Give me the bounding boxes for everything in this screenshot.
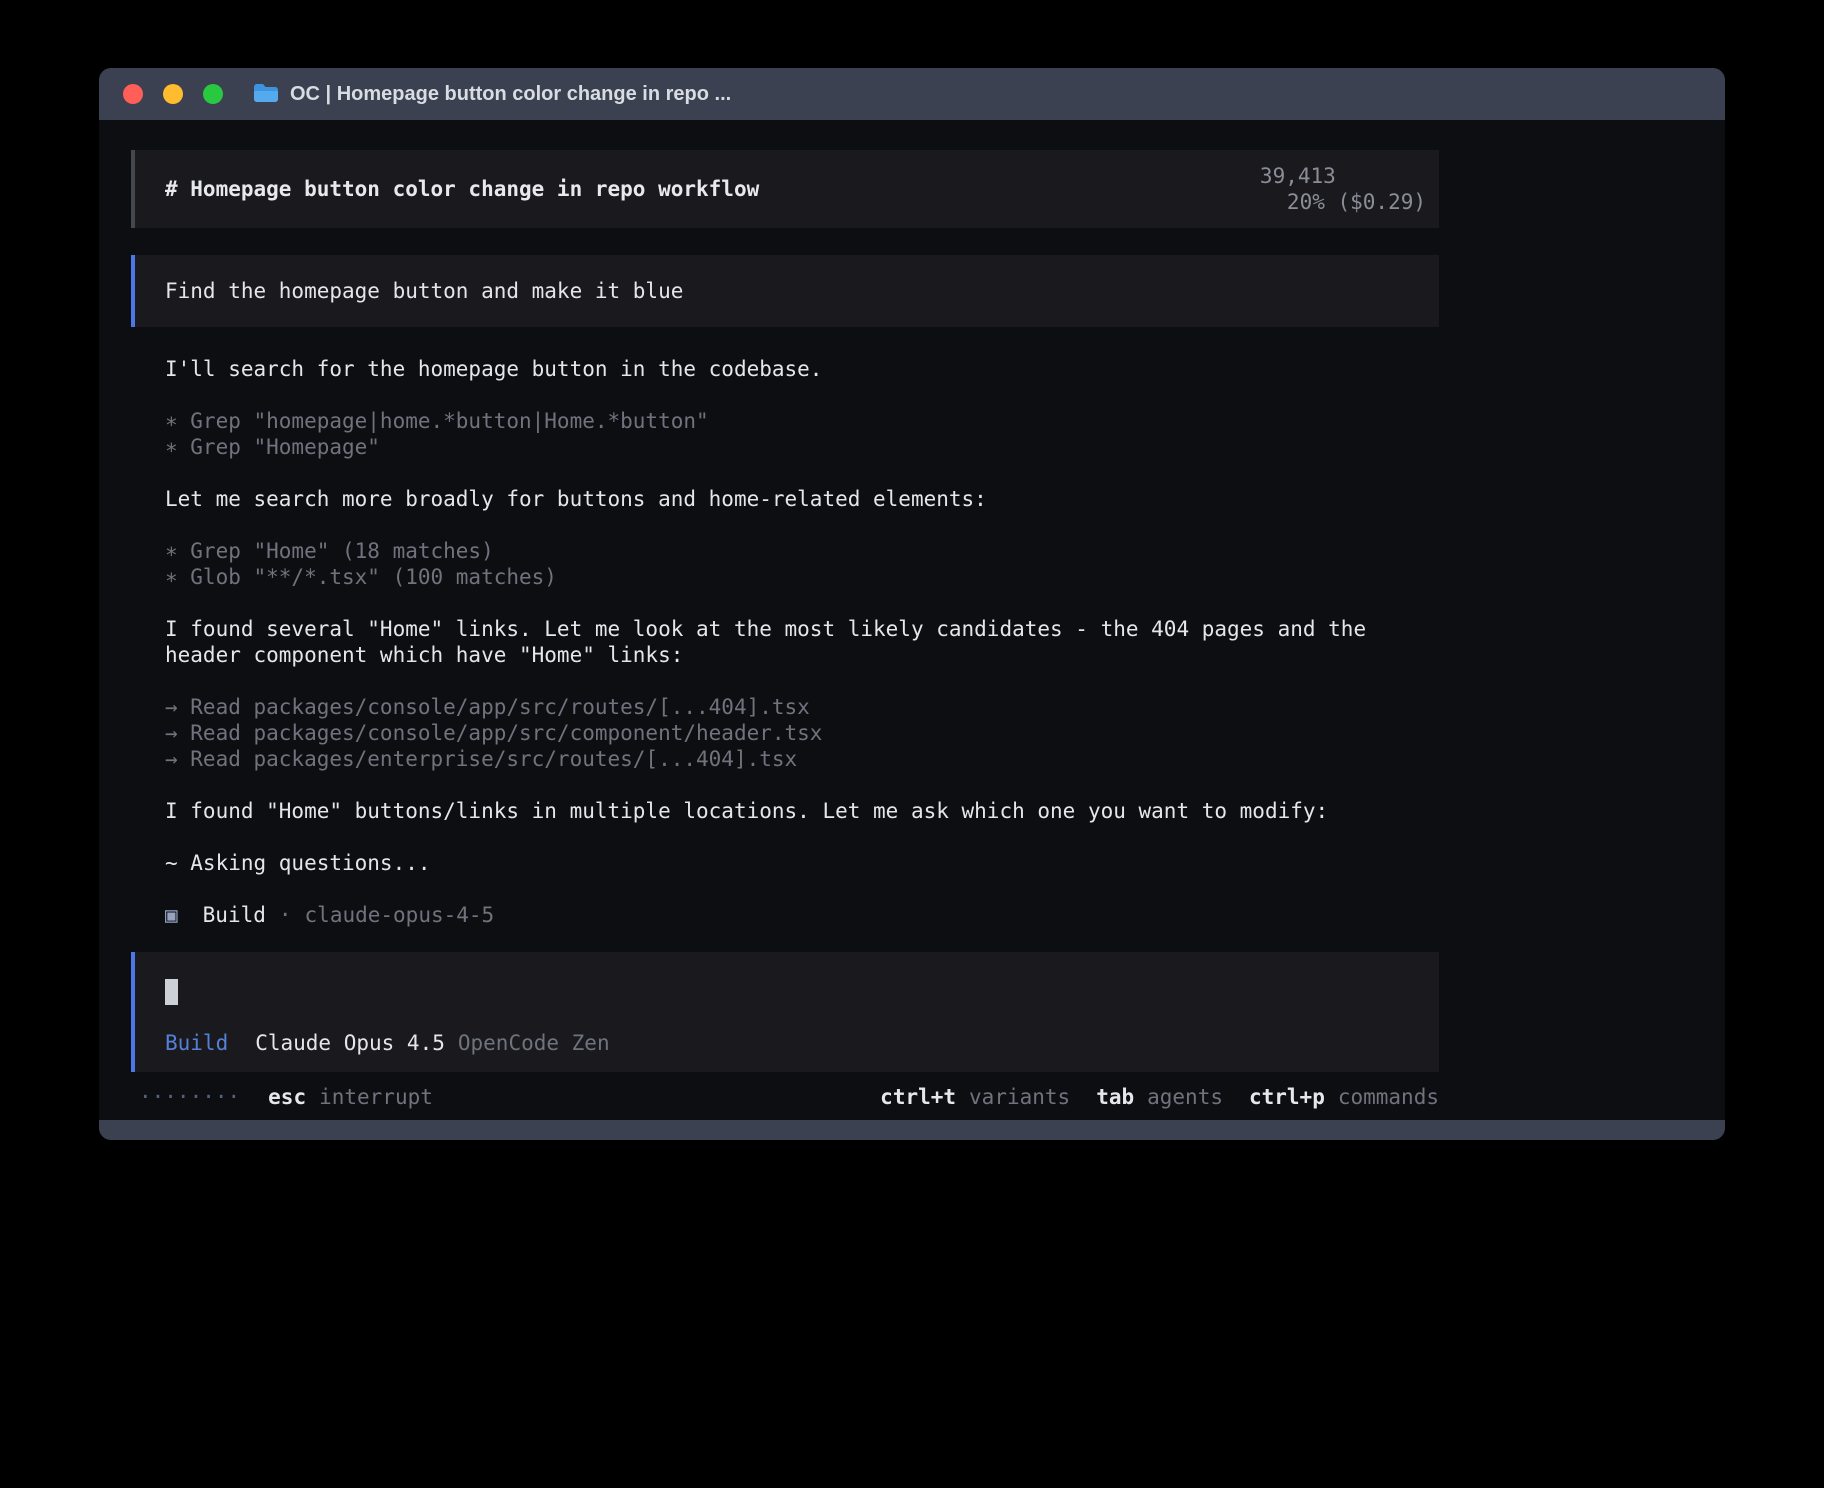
ctrl-p-key: ctrl+p <box>1249 1085 1325 1109</box>
assistant-line: header component which have "Home" links… <box>165 642 1439 668</box>
close-button[interactable] <box>123 84 143 104</box>
assistant-line: Let me search more broadly for buttons a… <box>165 486 1439 512</box>
tool-call-group: ∗ Grep "Home" (18 matches) ∗ Glob "**/*.… <box>165 538 1439 590</box>
user-message-text: Find the homepage button and make it blu… <box>165 278 683 304</box>
agent-status-line: ▣ Build · claude-opus-4-5 <box>165 902 1439 928</box>
tool-call-line: ∗ Grep "Home" (18 matches) <box>165 538 1439 564</box>
tab-label: agents <box>1147 1085 1223 1109</box>
assistant-line: I found "Home" buttons/links in multiple… <box>165 798 1439 824</box>
tool-call-line: ∗ Grep "Homepage" <box>165 434 1439 460</box>
agent-name: Build <box>203 903 266 927</box>
status-bar-left: ········ esc interrupt <box>139 1084 433 1110</box>
tool-call-line: → Read packages/console/app/src/componen… <box>165 720 1439 746</box>
shortcut-commands: ctrl+p commands <box>1249 1084 1439 1110</box>
window-titlebar: OC | Homepage button color change in rep… <box>99 68 1725 120</box>
context-usage: 20% ($0.29) <box>1287 190 1426 214</box>
agent-square-icon: ▣ <box>165 903 178 927</box>
terminal-screen: # Homepage button color change in repo w… <box>99 120 1725 1120</box>
titlebar-title-group: OC | Homepage button color change in rep… <box>253 83 731 106</box>
tool-call-line: → Read packages/enterprise/src/routes/[.… <box>165 746 1439 772</box>
ctrl-t-label: variants <box>969 1085 1070 1109</box>
tool-call-group: → Read packages/console/app/src/routes/[… <box>165 694 1439 772</box>
assistant-text: I found "Home" buttons/links in multiple… <box>165 798 1439 824</box>
assistant-line: ~ Asking questions... <box>165 850 1439 876</box>
status-bar: ········ esc interrupt ctrl+t variants ta… <box>131 1084 1439 1110</box>
tool-call-line: ∗ Glob "**/*.tsx" (100 matches) <box>165 564 1439 590</box>
minimize-button[interactable] <box>163 84 183 104</box>
tool-call-line: ∗ Grep "homepage|home.*button|Home.*butt… <box>165 408 1439 434</box>
tool-call-line: → Read packages/console/app/src/routes/[… <box>165 694 1439 720</box>
status-bar-right: ctrl+t variants tab agents ctrl+p commands <box>880 1084 1439 1110</box>
tab-key: tab <box>1096 1085 1134 1109</box>
text-cursor <box>165 979 178 1005</box>
shortcut-agents: tab agents <box>1096 1084 1223 1110</box>
assistant-text: Let me search more broadly for buttons a… <box>165 486 1439 512</box>
assistant-line: I'll search for the homepage button in t… <box>165 356 1439 382</box>
composer-agent-mode: Build <box>165 1031 228 1055</box>
window-title: OC | Homepage button color change in rep… <box>290 83 731 106</box>
esc-key-label: interrupt <box>319 1084 433 1110</box>
ctrl-t-key: ctrl+t <box>880 1085 956 1109</box>
token-count: 39,413 <box>1260 164 1336 188</box>
assistant-text: I found several "Home" links. Let me loo… <box>165 616 1439 668</box>
folder-icon <box>253 83 279 105</box>
tui-column: # Homepage button color change in repo w… <box>131 150 1439 1110</box>
session-stats: 39,413 20% ($0.29) <box>1133 137 1426 241</box>
assistant-working-text: ~ Asking questions... <box>165 850 1439 876</box>
zoom-button[interactable] <box>203 84 223 104</box>
shortcut-variants: ctrl+t variants <box>880 1084 1070 1110</box>
spinner-dots: ········ <box>139 1084 240 1110</box>
tool-call-group: ∗ Grep "homepage|home.*button|Home.*butt… <box>165 408 1439 460</box>
separator-dot: · <box>279 903 292 927</box>
assistant-transcript: I'll search for the homepage button in t… <box>131 356 1439 928</box>
traffic-lights <box>123 84 223 104</box>
assistant-text: I'll search for the homepage button in t… <box>165 356 1439 382</box>
terminal-window: OC | Homepage button color change in rep… <box>99 68 1725 1140</box>
session-header: # Homepage button color change in repo w… <box>131 150 1439 228</box>
prompt-input[interactable]: Build Claude Opus 4.5 OpenCode Zen <box>131 952 1439 1072</box>
session-title: # Homepage button color change in repo w… <box>165 176 1133 202</box>
ctrl-p-label: commands <box>1338 1085 1439 1109</box>
user-message: Find the homepage button and make it blu… <box>131 255 1439 327</box>
agent-model: claude-opus-4-5 <box>305 903 495 927</box>
composer-provider: OpenCode Zen <box>458 1031 610 1055</box>
composer-model: Claude Opus 4.5 <box>255 1031 445 1055</box>
composer-meta: Build Claude Opus 4.5 OpenCode Zen <box>165 1030 1439 1056</box>
esc-key-hint: esc <box>268 1084 306 1110</box>
assistant-line: I found several "Home" links. Let me loo… <box>165 616 1439 642</box>
